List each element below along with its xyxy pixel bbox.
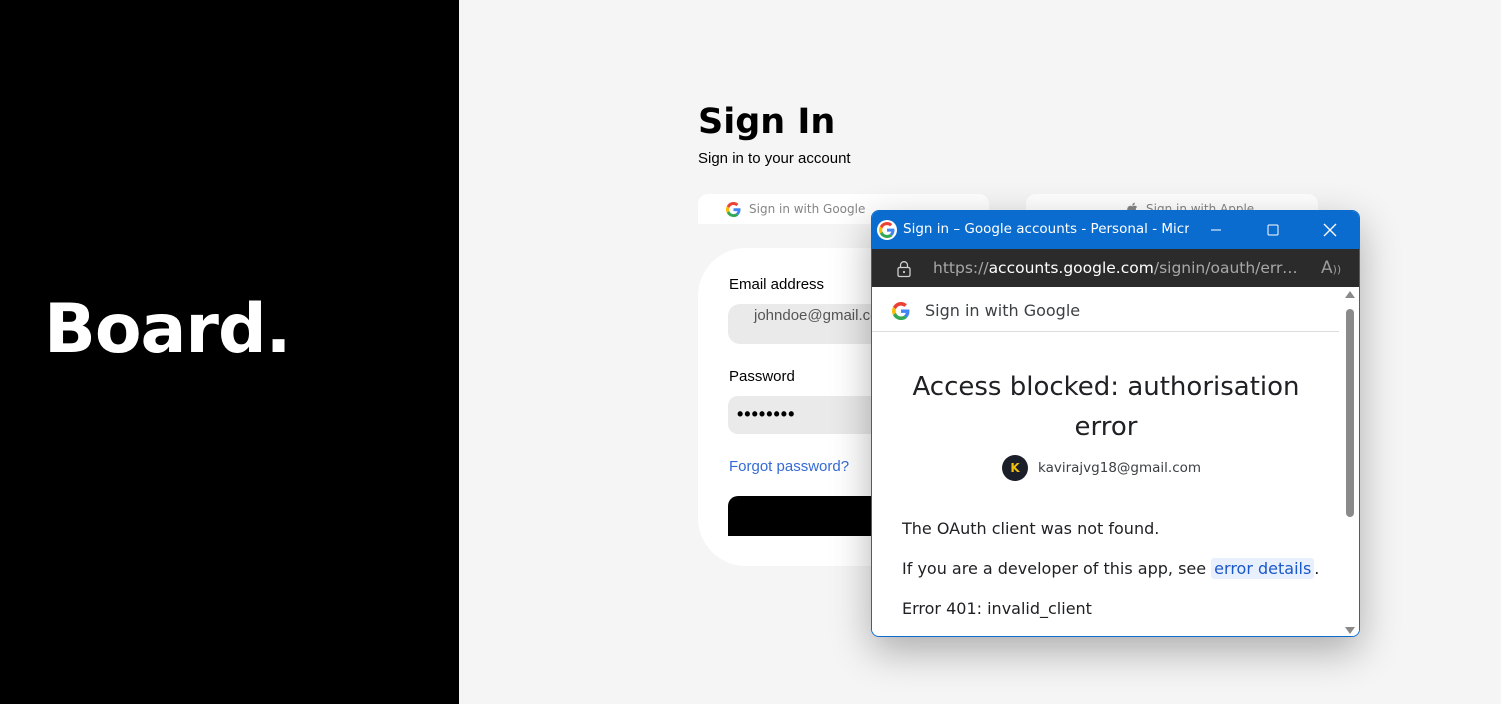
google-signin-popup-window: Sign in – Google accounts - Personal - M…: [871, 210, 1360, 637]
minimize-icon: [1211, 229, 1221, 231]
password-value: ••••••••: [737, 404, 796, 424]
error-details-link[interactable]: error details: [1211, 558, 1315, 579]
account-chip[interactable]: K kavirajvg18@gmail.com: [1002, 455, 1201, 481]
gsi-header: Sign in with Google: [872, 287, 1339, 332]
maximize-icon: [1267, 224, 1279, 236]
close-button[interactable]: [1302, 211, 1358, 249]
password-label: Password: [729, 368, 795, 385]
maximize-button[interactable]: [1245, 211, 1301, 249]
message-developer: If you are a developer of this app, see …: [902, 558, 1320, 579]
url-text: https://accounts.google.com/signin/oauth…: [933, 259, 1305, 277]
google-favicon-icon: [877, 220, 897, 240]
close-icon: [1323, 223, 1337, 237]
avatar-letter: K: [1010, 461, 1020, 475]
forgot-password-link[interactable]: Forgot password?: [729, 458, 849, 475]
popup-content: Sign in with Google Access blocked: auth…: [872, 287, 1359, 636]
message-developer-text: If you are a developer of this app, see: [902, 559, 1212, 578]
error-heading: Access blocked: authorisation error: [912, 372, 1300, 442]
google-icon: [892, 302, 910, 320]
url-path: /signin/oauth/error?authError=Cg5kZWxldG…: [1153, 259, 1305, 277]
avatar: K: [1002, 455, 1028, 481]
page-title: Sign In: [698, 102, 836, 142]
address-bar[interactable]: https://accounts.google.com/signin/oauth…: [872, 249, 1359, 287]
url-domain: accounts.google.com: [988, 259, 1154, 277]
brand-logo: Board.: [44, 290, 291, 369]
message-not-found: The OAuth client was not found.: [902, 519, 1160, 538]
email-label: Email address: [729, 276, 825, 293]
google-icon: [726, 201, 741, 217]
account-email: kavirajvg18@gmail.com: [1038, 460, 1202, 476]
popup-titlebar[interactable]: Sign in – Google accounts - Personal - M…: [872, 211, 1359, 249]
brand-panel: Board.: [0, 0, 459, 704]
url-scheme: https://: [933, 259, 989, 277]
scroll-thumb[interactable]: [1346, 309, 1354, 517]
read-aloud-icon[interactable]: A)): [1321, 258, 1341, 278]
google-signin-label: Sign in with Google: [749, 202, 866, 216]
window-title: Sign in – Google accounts - Personal - M…: [903, 221, 1189, 237]
scroll-down-arrow-icon[interactable]: [1345, 627, 1355, 634]
lock-icon[interactable]: [895, 260, 913, 278]
scrollbar[interactable]: [1341, 287, 1359, 636]
error-code: Error 401: invalid_client: [902, 599, 1092, 618]
gsi-header-title: Sign in with Google: [925, 301, 1081, 320]
scroll-up-arrow-icon[interactable]: [1345, 291, 1355, 298]
page-subtitle: Sign in to your account: [698, 150, 851, 167]
minimize-button[interactable]: [1188, 211, 1244, 249]
message-period: .: [1314, 559, 1320, 578]
